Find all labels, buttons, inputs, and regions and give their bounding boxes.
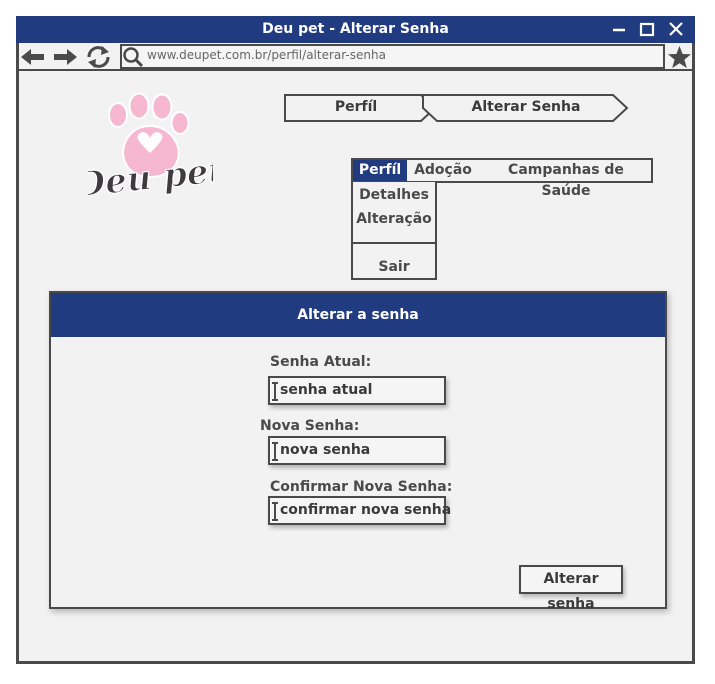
confirm-password-input[interactable]: confirmar nova senha	[268, 496, 451, 525]
breadcrumb-item-alterar-senha[interactable]: Alterar Senha	[438, 94, 614, 120]
new-password-input[interactable]: nova senha	[268, 436, 446, 465]
confirm-password-placeholder: confirmar nova senha	[280, 502, 452, 518]
confirm-password-label: Confirmar Nova Senha:	[270, 479, 453, 495]
breadcrumb-item-perfil[interactable]: Perfíl	[286, 94, 426, 120]
menu-item-adocao[interactable]: Adoção	[413, 160, 473, 181]
menu-item-perfil[interactable]: Perfíl	[353, 160, 407, 181]
close-icon[interactable]	[662, 16, 690, 43]
text-cursor-icon	[272, 502, 278, 521]
change-password-button[interactable]: Alterar senha	[519, 565, 623, 612]
dropdown-item-sair[interactable]: Sair	[351, 256, 437, 278]
maximize-icon[interactable]	[633, 16, 661, 43]
current-password-placeholder: senha atual	[280, 382, 373, 398]
window-title: Deu pet - Alterar Senha	[262, 21, 449, 37]
menu-item-campanhas-saude[interactable]: Campanhas de Saúde	[482, 160, 650, 199]
current-password-input[interactable]: senha atual	[268, 376, 446, 405]
back-icon[interactable]	[20, 46, 46, 68]
dropdown-item-detalhes[interactable]: Detalhes	[351, 184, 437, 206]
new-password-placeholder: nova senha	[280, 442, 371, 458]
text-cursor-icon	[272, 442, 278, 461]
minimize-icon[interactable]	[605, 16, 633, 43]
current-password-label: Senha Atual:	[270, 354, 372, 370]
search-icon	[122, 46, 144, 68]
title-bar: Deu pet - Alterar Senha	[16, 16, 695, 43]
svg-text:Deu pet: Deu pet	[88, 150, 213, 203]
panel-title: Alterar a senha	[297, 307, 419, 323]
new-password-label: Nova Senha:	[260, 418, 360, 434]
bookmark-star-icon[interactable]	[667, 45, 692, 69]
dropdown-item-alteracao[interactable]: Alteração	[351, 208, 437, 230]
forward-icon[interactable]	[52, 46, 78, 68]
refresh-icon[interactable]	[85, 45, 112, 69]
url-text: www.deupet.com.br/perfil/alterar-senha	[147, 48, 386, 62]
dropdown-divider	[351, 242, 437, 244]
deupet-logo: Deu pet	[72, 92, 227, 206]
text-cursor-icon	[272, 382, 278, 401]
